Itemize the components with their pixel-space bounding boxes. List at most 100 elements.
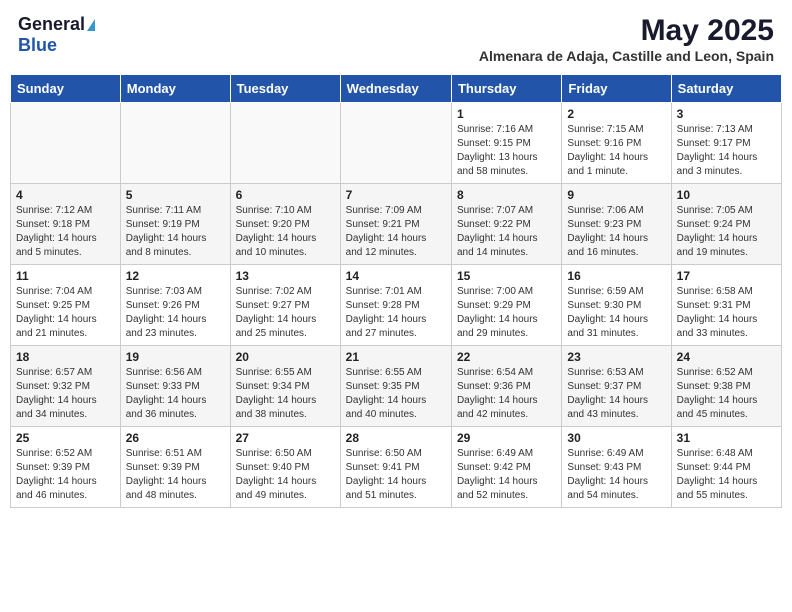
day-number: 2 bbox=[567, 107, 665, 121]
day-info: Sunrise: 6:52 AM Sunset: 9:38 PM Dayligh… bbox=[677, 366, 776, 422]
calendar-cell: 18 Sunrise: 6:57 AM Sunset: 9:32 PM Dayli… bbox=[11, 346, 121, 427]
logo-blue-text: Blue bbox=[18, 35, 57, 55]
calendar-cell: 24 Sunrise: 6:52 AM Sunset: 9:38 PM Dayli… bbox=[671, 346, 781, 427]
day-info: Sunrise: 7:04 AM Sunset: 9:25 PM Dayligh… bbox=[16, 285, 115, 341]
day-number: 23 bbox=[567, 350, 665, 364]
day-info: Sunrise: 6:56 AM Sunset: 9:33 PM Dayligh… bbox=[126, 366, 225, 422]
day-number: 10 bbox=[677, 188, 776, 202]
month-title: May 2025 bbox=[479, 14, 774, 48]
day-info: Sunrise: 6:59 AM Sunset: 9:30 PM Dayligh… bbox=[567, 285, 665, 341]
day-number: 25 bbox=[16, 431, 115, 445]
day-number: 4 bbox=[16, 188, 115, 202]
calendar-header-tuesday: Tuesday bbox=[230, 75, 340, 103]
logo: General Blue bbox=[18, 14, 95, 56]
day-number: 9 bbox=[567, 188, 665, 202]
day-number: 6 bbox=[236, 188, 335, 202]
day-number: 29 bbox=[457, 431, 556, 445]
calendar-cell: 3 Sunrise: 7:13 AM Sunset: 9:17 PM Daylig… bbox=[671, 103, 781, 184]
calendar-week-row: 18 Sunrise: 6:57 AM Sunset: 9:32 PM Dayli… bbox=[11, 346, 782, 427]
day-number: 31 bbox=[677, 431, 776, 445]
day-number: 20 bbox=[236, 350, 335, 364]
calendar-cell: 31 Sunrise: 6:48 AM Sunset: 9:44 PM Dayli… bbox=[671, 427, 781, 508]
calendar-cell bbox=[11, 103, 121, 184]
day-info: Sunrise: 6:50 AM Sunset: 9:41 PM Dayligh… bbox=[346, 447, 446, 503]
logo-general-text: General bbox=[18, 14, 85, 35]
day-info: Sunrise: 7:10 AM Sunset: 9:20 PM Dayligh… bbox=[236, 204, 335, 260]
day-info: Sunrise: 6:57 AM Sunset: 9:32 PM Dayligh… bbox=[16, 366, 115, 422]
day-number: 22 bbox=[457, 350, 556, 364]
calendar-cell: 12 Sunrise: 7:03 AM Sunset: 9:26 PM Dayli… bbox=[120, 265, 230, 346]
day-number: 12 bbox=[126, 269, 225, 283]
calendar-header-monday: Monday bbox=[120, 75, 230, 103]
day-number: 27 bbox=[236, 431, 335, 445]
day-number: 19 bbox=[126, 350, 225, 364]
calendar-week-row: 25Sunrise: 6:52 AM Sunset: 9:39 PM Dayli… bbox=[11, 427, 782, 508]
day-info: Sunrise: 7:02 AM Sunset: 9:27 PM Dayligh… bbox=[236, 285, 335, 341]
calendar-table: SundayMondayTuesdayWednesdayThursdayFrid… bbox=[10, 74, 782, 508]
calendar-header-wednesday: Wednesday bbox=[340, 75, 451, 103]
calendar-body: 1 Sunrise: 7:16 AM Sunset: 9:15 PM Daylig… bbox=[11, 103, 782, 508]
day-info: Sunrise: 7:01 AM Sunset: 9:28 PM Dayligh… bbox=[346, 285, 446, 341]
day-info: Sunrise: 6:55 AM Sunset: 9:34 PM Dayligh… bbox=[236, 366, 335, 422]
calendar-cell: 11Sunrise: 7:04 AM Sunset: 9:25 PM Dayli… bbox=[11, 265, 121, 346]
calendar-header-saturday: Saturday bbox=[671, 75, 781, 103]
calendar-cell: 6 Sunrise: 7:10 AM Sunset: 9:20 PM Daylig… bbox=[230, 184, 340, 265]
calendar-header-row: SundayMondayTuesdayWednesdayThursdayFrid… bbox=[11, 75, 782, 103]
calendar-cell: 28Sunrise: 6:50 AM Sunset: 9:41 PM Dayli… bbox=[340, 427, 451, 508]
calendar-cell bbox=[230, 103, 340, 184]
calendar-header-thursday: Thursday bbox=[451, 75, 561, 103]
day-number: 18 bbox=[16, 350, 115, 364]
calendar-cell: 2 Sunrise: 7:15 AM Sunset: 9:16 PM Daylig… bbox=[562, 103, 671, 184]
calendar-week-row: 1 Sunrise: 7:16 AM Sunset: 9:15 PM Daylig… bbox=[11, 103, 782, 184]
day-info: Sunrise: 7:06 AM Sunset: 9:23 PM Dayligh… bbox=[567, 204, 665, 260]
day-info: Sunrise: 7:05 AM Sunset: 9:24 PM Dayligh… bbox=[677, 204, 776, 260]
calendar-cell: 14 Sunrise: 7:01 AM Sunset: 9:28 PM Dayli… bbox=[340, 265, 451, 346]
day-info: Sunrise: 7:09 AM Sunset: 9:21 PM Dayligh… bbox=[346, 204, 446, 260]
day-number: 8 bbox=[457, 188, 556, 202]
day-info: Sunrise: 6:50 AM Sunset: 9:40 PM Dayligh… bbox=[236, 447, 335, 503]
day-number: 3 bbox=[677, 107, 776, 121]
calendar-cell: 10 Sunrise: 7:05 AM Sunset: 9:24 PM Dayli… bbox=[671, 184, 781, 265]
title-area: May 2025 Almenara de Adaja, Castille and… bbox=[479, 14, 774, 64]
day-number: 1 bbox=[457, 107, 556, 121]
calendar-cell: 25Sunrise: 6:52 AM Sunset: 9:39 PM Dayli… bbox=[11, 427, 121, 508]
calendar-cell: 26 Sunrise: 6:51 AM Sunset: 9:39 PM Dayli… bbox=[120, 427, 230, 508]
day-number: 24 bbox=[677, 350, 776, 364]
day-info: Sunrise: 7:11 AM Sunset: 9:19 PM Dayligh… bbox=[126, 204, 225, 260]
logo-arrow-icon bbox=[87, 19, 95, 31]
day-info: Sunrise: 6:53 AM Sunset: 9:37 PM Dayligh… bbox=[567, 366, 665, 422]
day-number: 30 bbox=[567, 431, 665, 445]
calendar-cell: 7Sunrise: 7:09 AM Sunset: 9:21 PM Daylig… bbox=[340, 184, 451, 265]
calendar-header-sunday: Sunday bbox=[11, 75, 121, 103]
day-number: 15 bbox=[457, 269, 556, 283]
day-number: 5 bbox=[126, 188, 225, 202]
day-number: 13 bbox=[236, 269, 335, 283]
calendar-cell: 13 Sunrise: 7:02 AM Sunset: 9:27 PM Dayli… bbox=[230, 265, 340, 346]
calendar-cell: 30 Sunrise: 6:49 AM Sunset: 9:43 PM Dayli… bbox=[562, 427, 671, 508]
calendar-cell: 5 Sunrise: 7:11 AM Sunset: 9:19 PM Daylig… bbox=[120, 184, 230, 265]
day-number: 17 bbox=[677, 269, 776, 283]
day-info: Sunrise: 6:51 AM Sunset: 9:39 PM Dayligh… bbox=[126, 447, 225, 503]
calendar-cell: 1 Sunrise: 7:16 AM Sunset: 9:15 PM Daylig… bbox=[451, 103, 561, 184]
calendar-cell: 16 Sunrise: 6:59 AM Sunset: 9:30 PM Dayli… bbox=[562, 265, 671, 346]
calendar-cell: 23 Sunrise: 6:53 AM Sunset: 9:37 PM Dayli… bbox=[562, 346, 671, 427]
day-info: Sunrise: 6:55 AM Sunset: 9:35 PM Dayligh… bbox=[346, 366, 446, 422]
day-info: Sunrise: 6:49 AM Sunset: 9:42 PM Dayligh… bbox=[457, 447, 556, 503]
day-info: Sunrise: 7:03 AM Sunset: 9:26 PM Dayligh… bbox=[126, 285, 225, 341]
calendar-header-friday: Friday bbox=[562, 75, 671, 103]
calendar-week-row: 4Sunrise: 7:12 AM Sunset: 9:18 PM Daylig… bbox=[11, 184, 782, 265]
day-number: 26 bbox=[126, 431, 225, 445]
day-number: 14 bbox=[346, 269, 446, 283]
calendar-cell: 22 Sunrise: 6:54 AM Sunset: 9:36 PM Dayli… bbox=[451, 346, 561, 427]
day-number: 16 bbox=[567, 269, 665, 283]
calendar-cell bbox=[120, 103, 230, 184]
header: General Blue May 2025 Almenara de Adaja,… bbox=[10, 10, 782, 68]
calendar-cell: 27 Sunrise: 6:50 AM Sunset: 9:40 PM Dayli… bbox=[230, 427, 340, 508]
day-info: Sunrise: 7:15 AM Sunset: 9:16 PM Dayligh… bbox=[567, 123, 665, 179]
day-info: Sunrise: 6:49 AM Sunset: 9:43 PM Dayligh… bbox=[567, 447, 665, 503]
day-info: Sunrise: 6:48 AM Sunset: 9:44 PM Dayligh… bbox=[677, 447, 776, 503]
day-info: Sunrise: 6:54 AM Sunset: 9:36 PM Dayligh… bbox=[457, 366, 556, 422]
day-info: Sunrise: 7:16 AM Sunset: 9:15 PM Dayligh… bbox=[457, 123, 556, 179]
day-info: Sunrise: 7:07 AM Sunset: 9:22 PM Dayligh… bbox=[457, 204, 556, 260]
day-info: Sunrise: 7:13 AM Sunset: 9:17 PM Dayligh… bbox=[677, 123, 776, 179]
